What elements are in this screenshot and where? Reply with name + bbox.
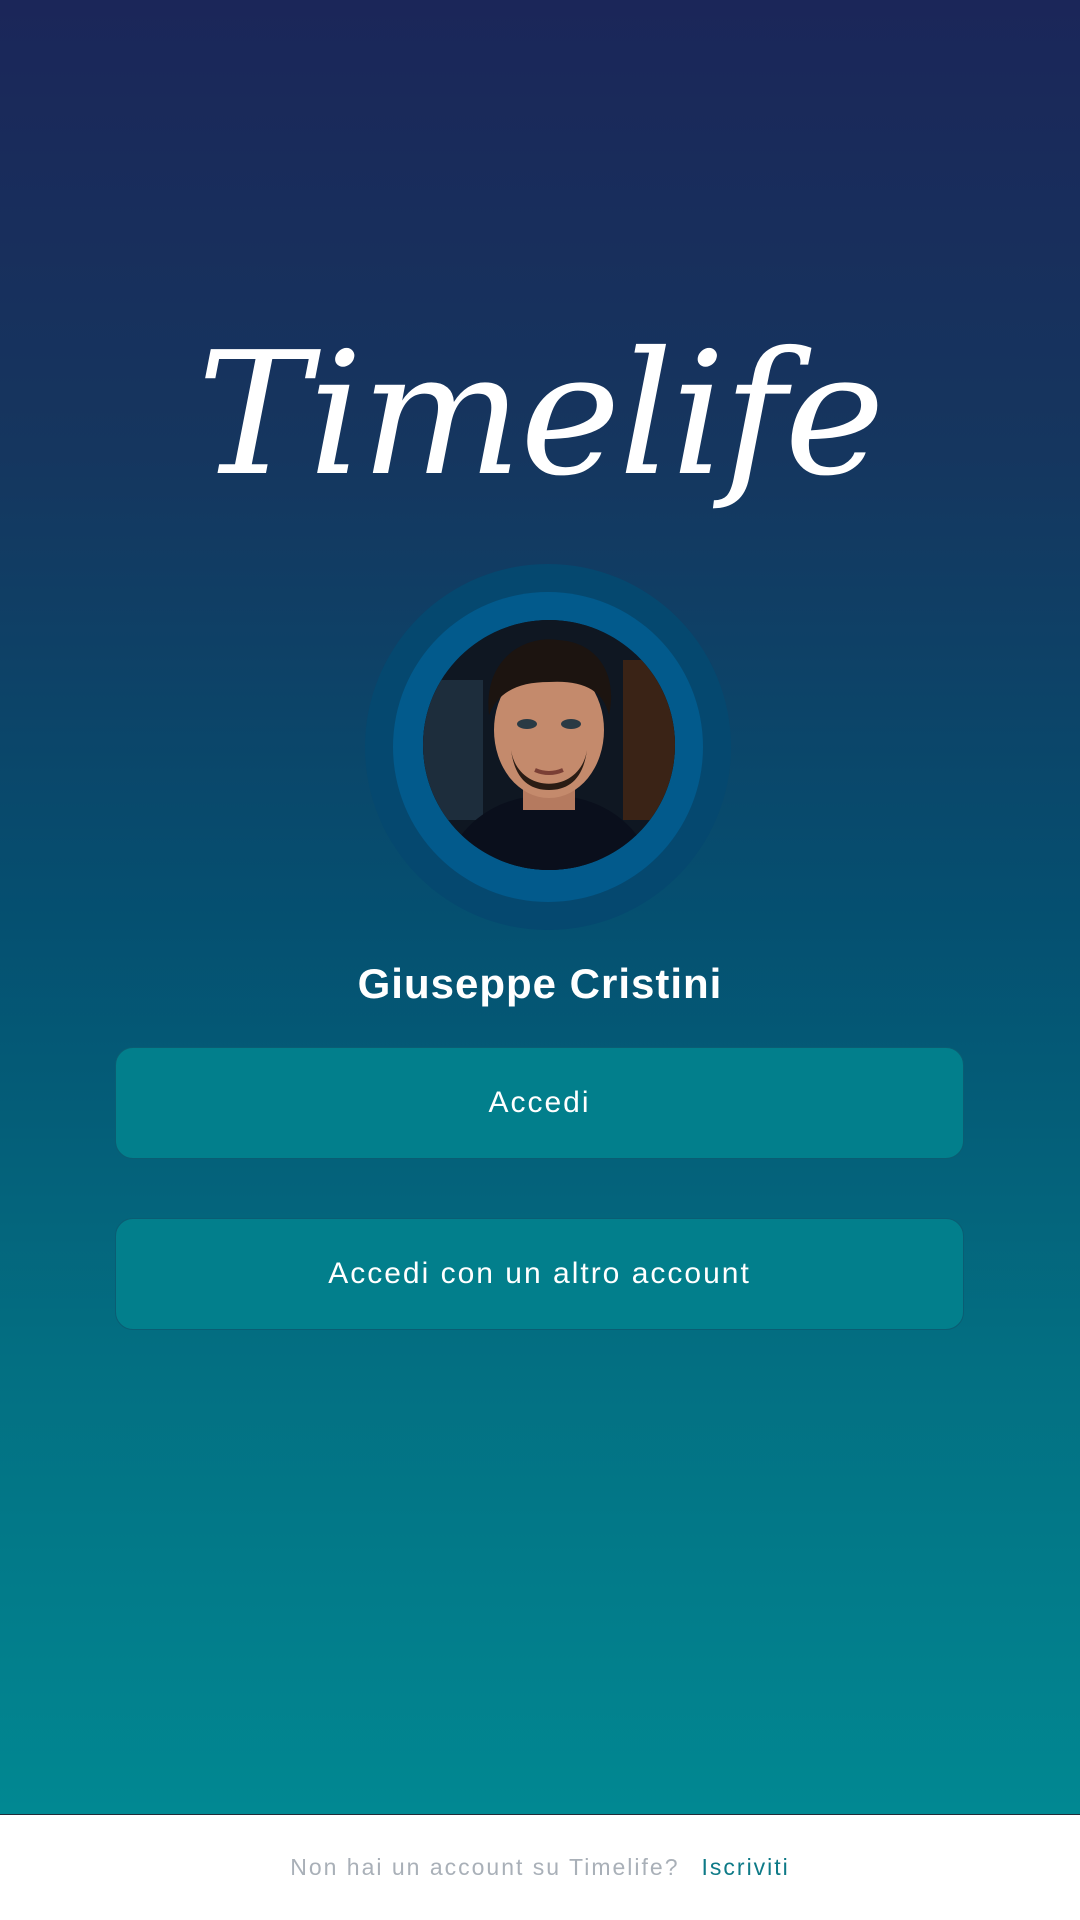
signup-link[interactable]: Iscriviti [702,1854,790,1881]
other-account-button[interactable]: Accedi con un altro account [115,1218,964,1330]
login-button[interactable]: Accedi [115,1047,964,1159]
user-name: Giuseppe Cristini [357,960,723,1007]
login-button-label: Accedi [488,1086,591,1119]
app-logo: Timelife [197,316,885,514]
signup-footer: Non hai un account su Timelife? Iscrivit… [0,1814,1080,1920]
signup-prompt: Non hai un account su Timelife? [290,1854,680,1880]
other-account-button-label: Accedi con un altro account [328,1257,751,1290]
user-photo-icon [423,620,675,870]
avatar[interactable] [423,620,675,870]
